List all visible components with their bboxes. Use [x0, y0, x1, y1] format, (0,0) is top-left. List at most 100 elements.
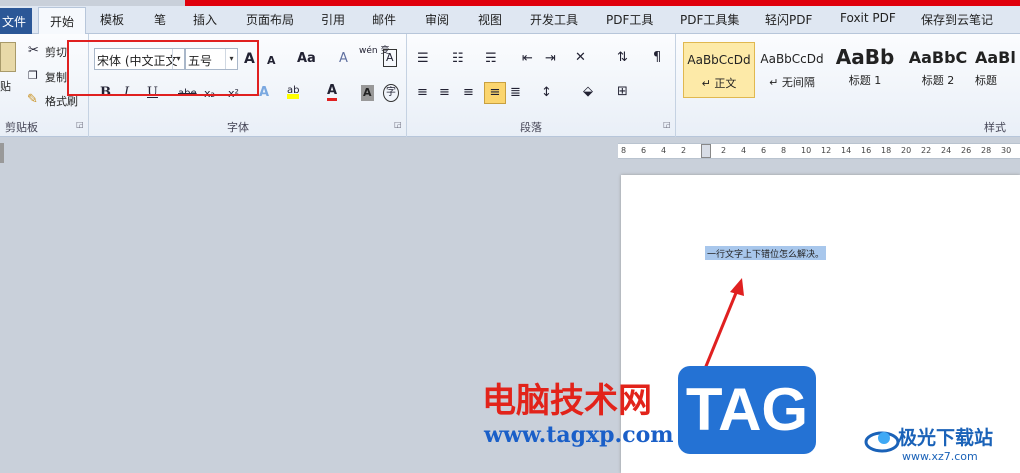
tab-qingshan-pdf[interactable]: 轻闪PDF — [765, 11, 812, 28]
watermark-url: www.tagxp.com — [484, 422, 674, 448]
annotation-highlight-box — [67, 40, 259, 96]
distributed-icon[interactable]: ≣ — [510, 85, 521, 101]
vertical-ruler-marker — [0, 143, 4, 163]
ruler-tick: 8 — [621, 146, 627, 155]
tab-pdf-tools[interactable]: PDF工具 — [606, 11, 653, 28]
paste-icon[interactable] — [0, 42, 16, 72]
ribbon-tab-bar: 文件 开始 模板 笔 插入 页面布局 引用 邮件 审阅 视图 开发工具 PDF工… — [0, 6, 1020, 35]
tab-save-cloud-note[interactable]: 保存到云笔记 — [921, 11, 993, 28]
line-spacing-icon[interactable]: ↕ — [541, 85, 552, 101]
style-name: 标题 2 — [921, 74, 955, 87]
char-shading-button[interactable]: A — [361, 85, 374, 101]
cut-button[interactable]: 剪切 — [45, 44, 67, 60]
tab-review[interactable]: 审阅 — [425, 11, 449, 28]
scissors-icon[interactable]: ✂ — [28, 43, 39, 59]
watermark-title: 电脑技术网 — [482, 381, 652, 421]
dialog-launcher-icon[interactable]: ◲ — [76, 120, 84, 129]
tab-foxit-pdf[interactable]: Foxit PDF — [840, 11, 896, 25]
clear-format-icon[interactable]: A — [339, 51, 348, 67]
ruler-tick: 12 — [821, 146, 832, 155]
ruler-tick: 30 — [1001, 146, 1012, 155]
ruler-tick: 2 — [721, 146, 727, 155]
ruler-tick: 4 — [661, 146, 667, 155]
copy-icon[interactable]: ❐ — [28, 68, 38, 84]
align-right-icon[interactable]: ≡ — [463, 85, 474, 101]
shading-icon[interactable]: ⬙ — [583, 84, 593, 100]
style-preview: AaBbCcDd — [687, 53, 751, 67]
style-no-spacing[interactable]: AaBbCcDd ↵ 无间隔 — [756, 42, 828, 98]
shrink-font-icon[interactable]: A — [267, 53, 276, 69]
align-left-icon[interactable]: ≡ — [417, 85, 428, 101]
sort-icon[interactable]: ⇅ — [617, 50, 628, 66]
ruler-tick: 8 — [781, 146, 787, 155]
ruler-tick: 18 — [881, 146, 892, 155]
decrease-indent-icon[interactable]: ⇤ — [522, 51, 533, 67]
style-name: 标题 1 — [848, 74, 882, 87]
style-title[interactable]: AaBl 标题 — [975, 42, 1020, 98]
clipboard-label: 剪贴板 — [5, 121, 38, 134]
align-center-icon[interactable]: ≡ — [439, 85, 450, 101]
style-heading-1[interactable]: AaBb 标题 1 — [829, 42, 901, 98]
paragraph-group-label: 段落 — [520, 121, 542, 134]
tab-pdf-toolset[interactable]: PDF工具集 — [680, 11, 739, 28]
borders-icon[interactable]: ⊞ — [617, 84, 628, 100]
ruler-tick: 28 — [981, 146, 992, 155]
ruler-tick: 22 — [921, 146, 932, 155]
jiguang-logo-icon — [864, 431, 900, 453]
change-case-icon[interactable]: Aa — [297, 51, 316, 67]
horizontal-ruler[interactable]: 8 6 4 2 2 4 6 8 10 12 14 16 18 20 22 24 26 28 30 — [618, 143, 1020, 159]
selected-text[interactable]: 一行文字上下错位怎么解决。 — [705, 246, 827, 260]
paste-button[interactable]: 贴 — [0, 78, 11, 94]
increase-indent-icon[interactable]: ⇥ — [545, 51, 556, 67]
ruler-tick: 6 — [641, 146, 647, 155]
bullets-icon[interactable]: ☰ — [417, 51, 429, 67]
jiguang-site-url: www.xz7.com — [902, 450, 978, 463]
text-effects-button[interactable]: A — [259, 85, 269, 101]
style-name: 标题 — [975, 74, 997, 87]
style-normal[interactable]: AaBbCcDd ↵ 正文 — [683, 42, 755, 98]
tab-mailings[interactable]: 邮件 — [372, 11, 396, 28]
ruler-tick: 6 — [761, 146, 767, 155]
chinese-layout-icon[interactable]: ✕ — [575, 50, 586, 66]
tab-page-layout[interactable]: 页面布局 — [246, 11, 294, 28]
ruler-tick: 16 — [861, 146, 872, 155]
indent-marker-icon[interactable] — [701, 144, 711, 158]
jiguang-site-name: 极光下载站 — [898, 427, 994, 449]
multilevel-list-icon[interactable]: ☴ — [485, 51, 497, 67]
tab-file[interactable]: 文件 — [0, 8, 32, 34]
style-name: ↵ 无间隔 — [769, 76, 815, 89]
char-border-icon[interactable]: A — [383, 49, 397, 67]
font-group-label: 字体 — [227, 121, 249, 134]
enclose-char-button[interactable]: 字 — [383, 84, 399, 102]
highlight-button[interactable]: ab — [287, 83, 300, 99]
show-marks-icon[interactable]: ¶ — [653, 50, 661, 66]
ruler-tick: 26 — [961, 146, 972, 155]
style-heading-2[interactable]: AaBbC 标题 2 — [902, 42, 974, 98]
ruler-tick: 10 — [801, 146, 812, 155]
tag-logo: TAG — [678, 366, 816, 454]
style-name: ↵ 正文 — [701, 77, 737, 90]
justify-icon[interactable]: ≡ — [484, 82, 506, 104]
phonetic-guide-icon[interactable]: wén 变 — [359, 46, 389, 56]
tab-home[interactable]: 开始 — [38, 7, 86, 35]
format-painter-icon[interactable]: ✎ — [27, 92, 38, 108]
tab-template[interactable]: 模板 — [100, 11, 124, 28]
ruler-tick: 14 — [841, 146, 852, 155]
tab-insert[interactable]: 插入 — [193, 11, 217, 28]
styles-group: AaBbCcDd ↵ 正文 AaBbCcDd ↵ 无间隔 AaBb 标题 1 A… — [676, 34, 1020, 137]
tab-developer[interactable]: 开发工具 — [530, 11, 578, 28]
tab-pen[interactable]: 笔 — [154, 11, 166, 28]
tab-view[interactable]: 视图 — [478, 11, 502, 28]
copy-button[interactable]: 复制 — [45, 69, 67, 85]
style-preview: AaBb — [835, 45, 895, 69]
paragraph-group: ☰ ☷ ☴ ⇤ ⇥ ✕ ⇅ ¶ ≡ ≡ ≡ ≡ ≣ ↕ ⬙ ⊞ 段落 ◲ — [407, 34, 676, 137]
tab-references[interactable]: 引用 — [321, 11, 345, 28]
ruler-tick: 24 — [941, 146, 952, 155]
dialog-launcher-icon[interactable]: ◲ — [394, 120, 402, 129]
numbering-icon[interactable]: ☷ — [452, 51, 464, 67]
style-preview: AaBbCcDd — [760, 52, 824, 66]
dialog-launcher-icon[interactable]: ◲ — [663, 120, 671, 129]
font-color-button[interactable]: A — [327, 84, 338, 101]
ruler-tick: 20 — [901, 146, 912, 155]
style-preview: AaBl — [975, 48, 1016, 67]
